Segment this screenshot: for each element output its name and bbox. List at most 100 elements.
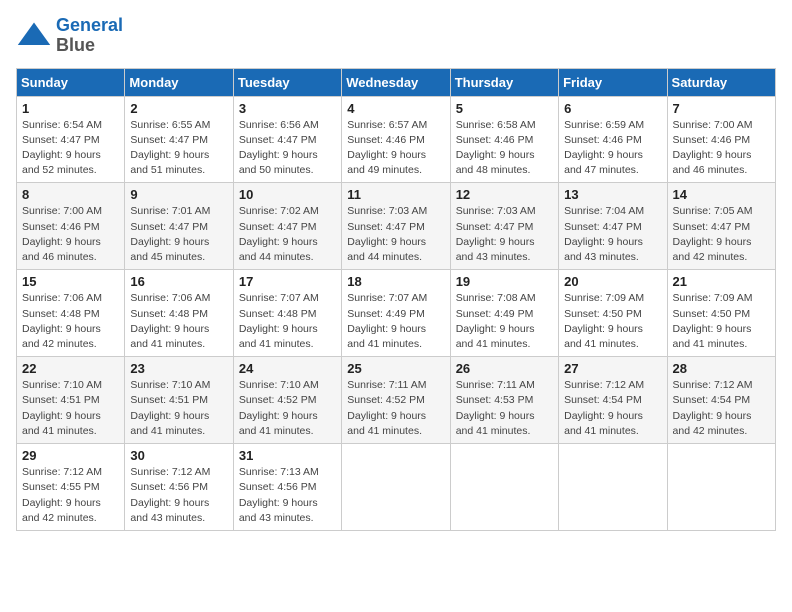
day-number: 21 [673,274,770,289]
week-row-1: 1 Sunrise: 6:54 AM Sunset: 4:47 PM Dayli… [17,96,776,183]
day-number: 12 [456,187,553,202]
day-cell: 21 Sunrise: 7:09 AM Sunset: 4:50 PM Dayl… [667,270,775,357]
day-cell: 5 Sunrise: 6:58 AM Sunset: 4:46 PM Dayli… [450,96,558,183]
day-number: 23 [130,361,227,376]
day-cell: 17 Sunrise: 7:07 AM Sunset: 4:48 PM Dayl… [233,270,341,357]
day-info: Sunrise: 7:01 AM Sunset: 4:47 PM Dayligh… [130,204,227,265]
day-number: 28 [673,361,770,376]
day-number: 13 [564,187,661,202]
day-cell: 8 Sunrise: 7:00 AM Sunset: 4:46 PM Dayli… [17,183,125,270]
day-number: 3 [239,101,336,116]
day-number: 20 [564,274,661,289]
day-cell: 11 Sunrise: 7:03 AM Sunset: 4:47 PM Dayl… [342,183,450,270]
day-cell: 25 Sunrise: 7:11 AM Sunset: 4:52 PM Dayl… [342,357,450,444]
day-cell: 1 Sunrise: 6:54 AM Sunset: 4:47 PM Dayli… [17,96,125,183]
day-number: 11 [347,187,444,202]
day-cell: 19 Sunrise: 7:08 AM Sunset: 4:49 PM Dayl… [450,270,558,357]
day-info: Sunrise: 6:54 AM Sunset: 4:47 PM Dayligh… [22,118,119,179]
day-number: 16 [130,274,227,289]
weekday-tuesday: Tuesday [233,68,341,96]
week-row-5: 29 Sunrise: 7:12 AM Sunset: 4:55 PM Dayl… [17,444,776,531]
logo: General Blue [16,16,123,56]
day-cell: 24 Sunrise: 7:10 AM Sunset: 4:52 PM Dayl… [233,357,341,444]
day-cell: 28 Sunrise: 7:12 AM Sunset: 4:54 PM Dayl… [667,357,775,444]
day-number: 10 [239,187,336,202]
day-number: 7 [673,101,770,116]
day-number: 17 [239,274,336,289]
logo-icon [16,18,52,54]
day-info: Sunrise: 7:00 AM Sunset: 4:46 PM Dayligh… [673,118,770,179]
day-cell: 2 Sunrise: 6:55 AM Sunset: 4:47 PM Dayli… [125,96,233,183]
day-info: Sunrise: 7:09 AM Sunset: 4:50 PM Dayligh… [564,291,661,352]
day-cell: 14 Sunrise: 7:05 AM Sunset: 4:47 PM Dayl… [667,183,775,270]
day-cell: 12 Sunrise: 7:03 AM Sunset: 4:47 PM Dayl… [450,183,558,270]
day-cell: 4 Sunrise: 6:57 AM Sunset: 4:46 PM Dayli… [342,96,450,183]
day-info: Sunrise: 7:02 AM Sunset: 4:47 PM Dayligh… [239,204,336,265]
day-cell: 16 Sunrise: 7:06 AM Sunset: 4:48 PM Dayl… [125,270,233,357]
day-info: Sunrise: 7:12 AM Sunset: 4:56 PM Dayligh… [130,465,227,526]
weekday-friday: Friday [559,68,667,96]
day-info: Sunrise: 7:10 AM Sunset: 4:52 PM Dayligh… [239,378,336,439]
day-info: Sunrise: 7:03 AM Sunset: 4:47 PM Dayligh… [456,204,553,265]
day-info: Sunrise: 7:04 AM Sunset: 4:47 PM Dayligh… [564,204,661,265]
day-info: Sunrise: 7:00 AM Sunset: 4:46 PM Dayligh… [22,204,119,265]
day-cell: 23 Sunrise: 7:10 AM Sunset: 4:51 PM Dayl… [125,357,233,444]
day-cell: 27 Sunrise: 7:12 AM Sunset: 4:54 PM Dayl… [559,357,667,444]
day-cell: 7 Sunrise: 7:00 AM Sunset: 4:46 PM Dayli… [667,96,775,183]
weekday-sunday: Sunday [17,68,125,96]
day-number: 29 [22,448,119,463]
day-number: 18 [347,274,444,289]
day-info: Sunrise: 6:56 AM Sunset: 4:47 PM Dayligh… [239,118,336,179]
day-cell: 31 Sunrise: 7:13 AM Sunset: 4:56 PM Dayl… [233,444,341,531]
day-number: 15 [22,274,119,289]
page-header: General Blue [16,16,776,56]
day-info: Sunrise: 7:06 AM Sunset: 4:48 PM Dayligh… [130,291,227,352]
day-info: Sunrise: 7:05 AM Sunset: 4:47 PM Dayligh… [673,204,770,265]
day-number: 27 [564,361,661,376]
day-number: 8 [22,187,119,202]
day-info: Sunrise: 7:07 AM Sunset: 4:49 PM Dayligh… [347,291,444,352]
day-number: 19 [456,274,553,289]
day-number: 22 [22,361,119,376]
day-number: 4 [347,101,444,116]
day-cell: 30 Sunrise: 7:12 AM Sunset: 4:56 PM Dayl… [125,444,233,531]
day-number: 24 [239,361,336,376]
week-row-2: 8 Sunrise: 7:00 AM Sunset: 4:46 PM Dayli… [17,183,776,270]
day-info: Sunrise: 6:55 AM Sunset: 4:47 PM Dayligh… [130,118,227,179]
day-number: 2 [130,101,227,116]
day-number: 5 [456,101,553,116]
day-info: Sunrise: 7:12 AM Sunset: 4:54 PM Dayligh… [564,378,661,439]
day-info: Sunrise: 7:12 AM Sunset: 4:54 PM Dayligh… [673,378,770,439]
weekday-saturday: Saturday [667,68,775,96]
day-info: Sunrise: 7:10 AM Sunset: 4:51 PM Dayligh… [130,378,227,439]
day-cell [667,444,775,531]
weekday-header-row: SundayMondayTuesdayWednesdayThursdayFrid… [17,68,776,96]
day-cell: 3 Sunrise: 6:56 AM Sunset: 4:47 PM Dayli… [233,96,341,183]
day-info: Sunrise: 6:58 AM Sunset: 4:46 PM Dayligh… [456,118,553,179]
day-number: 6 [564,101,661,116]
day-cell [450,444,558,531]
weekday-wednesday: Wednesday [342,68,450,96]
day-info: Sunrise: 7:03 AM Sunset: 4:47 PM Dayligh… [347,204,444,265]
day-info: Sunrise: 6:57 AM Sunset: 4:46 PM Dayligh… [347,118,444,179]
day-cell [342,444,450,531]
day-number: 31 [239,448,336,463]
day-info: Sunrise: 7:07 AM Sunset: 4:48 PM Dayligh… [239,291,336,352]
week-row-3: 15 Sunrise: 7:06 AM Sunset: 4:48 PM Dayl… [17,270,776,357]
day-info: Sunrise: 7:13 AM Sunset: 4:56 PM Dayligh… [239,465,336,526]
day-cell: 20 Sunrise: 7:09 AM Sunset: 4:50 PM Dayl… [559,270,667,357]
day-number: 25 [347,361,444,376]
day-number: 30 [130,448,227,463]
day-cell: 29 Sunrise: 7:12 AM Sunset: 4:55 PM Dayl… [17,444,125,531]
day-info: Sunrise: 7:10 AM Sunset: 4:51 PM Dayligh… [22,378,119,439]
day-number: 26 [456,361,553,376]
day-cell: 18 Sunrise: 7:07 AM Sunset: 4:49 PM Dayl… [342,270,450,357]
logo-text: General Blue [56,16,123,56]
day-cell: 13 Sunrise: 7:04 AM Sunset: 4:47 PM Dayl… [559,183,667,270]
day-info: Sunrise: 6:59 AM Sunset: 4:46 PM Dayligh… [564,118,661,179]
day-info: Sunrise: 7:09 AM Sunset: 4:50 PM Dayligh… [673,291,770,352]
day-info: Sunrise: 7:12 AM Sunset: 4:55 PM Dayligh… [22,465,119,526]
day-number: 1 [22,101,119,116]
day-cell: 26 Sunrise: 7:11 AM Sunset: 4:53 PM Dayl… [450,357,558,444]
day-cell: 9 Sunrise: 7:01 AM Sunset: 4:47 PM Dayli… [125,183,233,270]
